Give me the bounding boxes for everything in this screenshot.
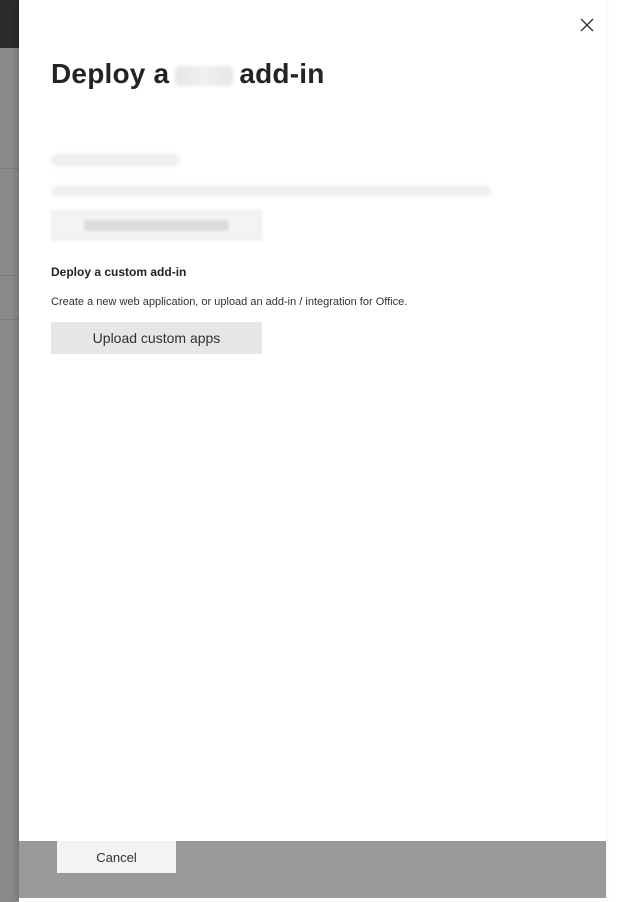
background-app-overlay [0, 0, 19, 902]
upload-custom-apps-button[interactable]: Upload custom apps [51, 322, 262, 354]
close-button[interactable] [575, 12, 599, 38]
background-app-topbar [0, 0, 19, 48]
custom-addin-heading: Deploy a custom add-in [51, 265, 187, 279]
close-icon [580, 18, 594, 32]
panel-title-prefix: Deploy a [51, 58, 170, 89]
background-divider [0, 275, 19, 276]
redacted-text [175, 66, 234, 86]
custom-addin-description: Create a new web application, or upload … [51, 296, 408, 308]
panel-title: Deploy a add-in [51, 58, 325, 90]
cancel-button[interactable]: Cancel [57, 841, 176, 873]
panel-title-suffix: add-in [239, 58, 325, 89]
background-divider [0, 319, 19, 320]
background-divider [0, 168, 19, 169]
deploy-addin-panel: Deploy a add-in Deploy a custom add-in C… [19, 0, 606, 902]
page-edge-bottom [19, 898, 606, 902]
redacted-store-button[interactable] [51, 210, 262, 241]
redacted-section-heading [51, 154, 179, 166]
redacted-section-description [51, 186, 491, 196]
redacted-button-label [84, 220, 229, 231]
page-edge [606, 0, 619, 902]
panel-footer: Cancel [19, 841, 606, 898]
